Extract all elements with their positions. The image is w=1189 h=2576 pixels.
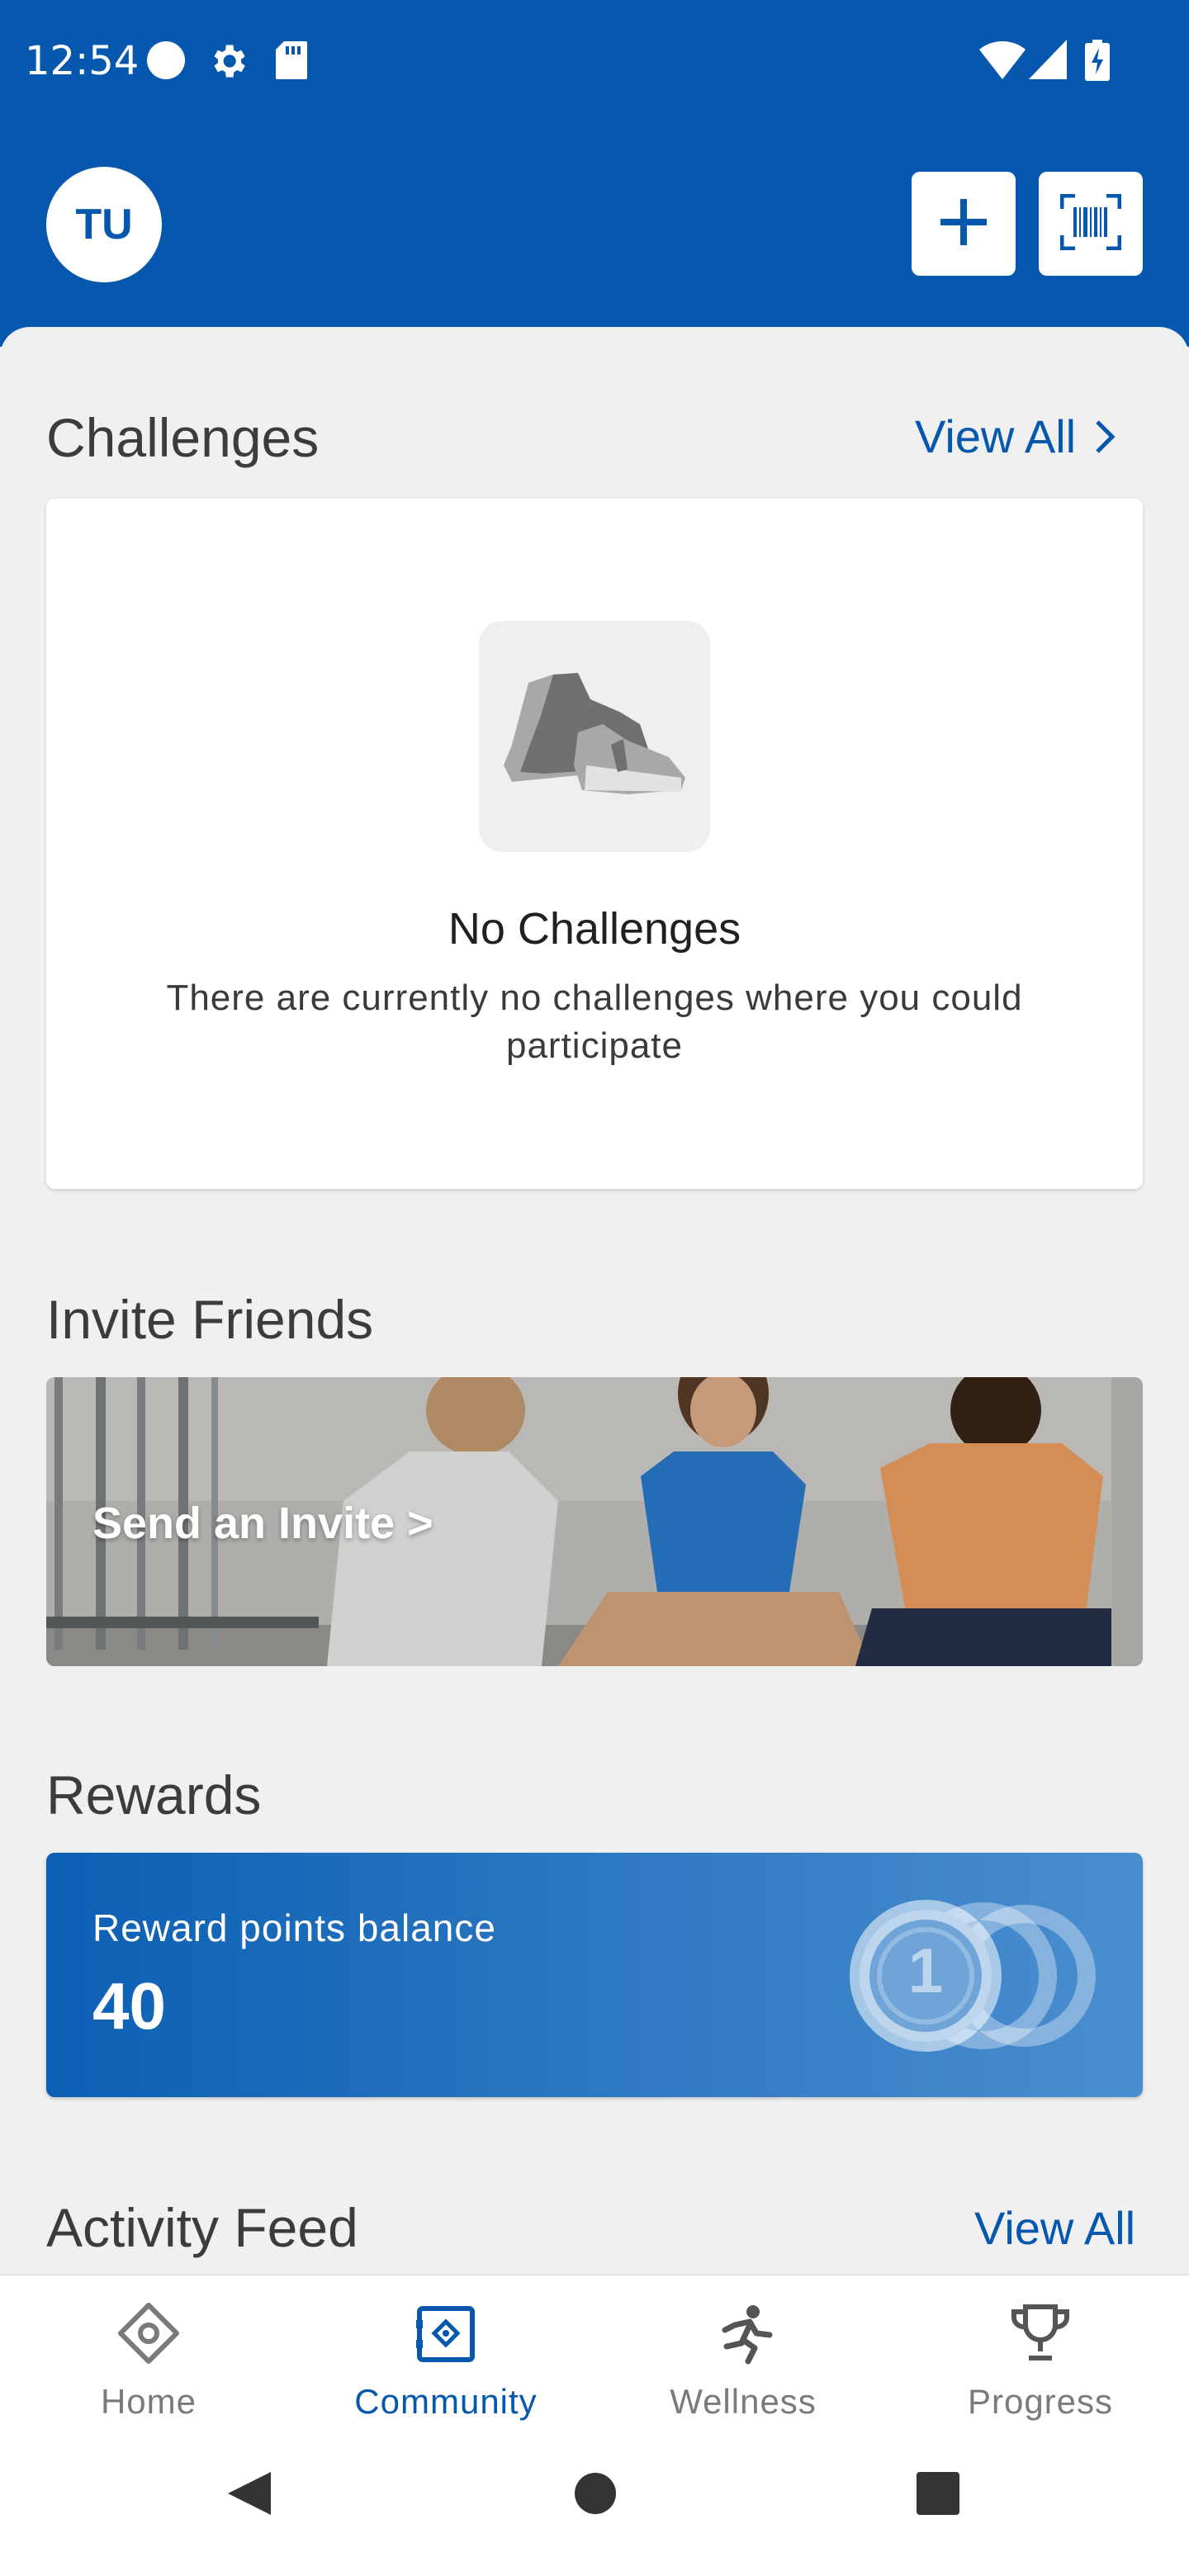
- system-back-button[interactable]: [225, 2469, 274, 2522]
- activity-view-all-link[interactable]: View All: [974, 2201, 1135, 2255]
- invite-friends-title: Invite Friends: [46, 1289, 374, 1350]
- challenges-title: Challenges: [46, 407, 320, 468]
- home-circle-icon: [573, 2473, 618, 2522]
- nav-home-label: Home: [100, 2382, 197, 2421]
- sneakers-icon: [479, 621, 710, 852]
- invite-banner[interactable]: Send an Invite >: [46, 1377, 1143, 1666]
- scan-barcode-button[interactable]: [1039, 172, 1143, 276]
- nav-wellness-label: Wellness: [670, 2382, 817, 2421]
- avatar-initials: TU: [75, 201, 133, 249]
- nav-home[interactable]: Home: [0, 2300, 297, 2449]
- challenges-empty-card: No Challenges There are currently no cha…: [46, 499, 1143, 1189]
- sd-card-icon: [274, 40, 309, 85]
- avatar[interactable]: TU: [46, 167, 162, 282]
- nav-community-label: Community: [354, 2382, 538, 2421]
- activity-feed-title: Activity Feed: [46, 2197, 358, 2258]
- nav-progress-label: Progress: [967, 2382, 1114, 2421]
- home-diamond-icon: [116, 2300, 182, 2370]
- empty-state-message: There are currently no challenges where …: [166, 978, 1023, 1066]
- status-bar: 12:54: [0, 0, 1189, 124]
- app-header: 12:54 TU: [0, 0, 1189, 347]
- nav-wellness[interactable]: Wellness: [594, 2300, 892, 2449]
- battery-charging-icon: [1085, 40, 1110, 85]
- rewards-title: Rewards: [46, 1764, 262, 1825]
- settings-icon: [206, 40, 249, 87]
- challenges-view-all-link[interactable]: View All: [915, 410, 1116, 463]
- back-triangle-icon: [225, 2472, 274, 2522]
- add-button[interactable]: [912, 172, 1016, 276]
- circle-icon: [145, 40, 187, 85]
- view-all-label: View All: [915, 410, 1077, 462]
- nav-community[interactable]: Community: [297, 2300, 594, 2449]
- bottom-navigation: Home Community Wellness Progress: [0, 2274, 1189, 2576]
- signal-icon: [1029, 40, 1067, 85]
- status-time: 12:54: [25, 38, 140, 84]
- trophy-icon: [1007, 2300, 1073, 2370]
- barcode-scan-icon: [1059, 193, 1122, 254]
- coin-label: 1: [907, 1936, 944, 2006]
- wifi-icon: [979, 40, 1026, 85]
- system-recents-button[interactable]: [915, 2469, 961, 2522]
- running-icon: [710, 2300, 776, 2370]
- send-invite-link[interactable]: Send an Invite >: [92, 1498, 433, 1549]
- recents-square-icon: [915, 2472, 961, 2522]
- plus-icon: [937, 196, 990, 253]
- reward-points-value: 40: [92, 1969, 166, 2043]
- nav-progress[interactable]: Progress: [892, 2300, 1189, 2449]
- coins-icon: [850, 1900, 1096, 2052]
- rewards-card[interactable]: Reward points balance 40 1: [46, 1853, 1143, 2097]
- empty-state-title: No Challenges: [448, 904, 741, 954]
- community-icon: [413, 2300, 479, 2370]
- chevron-right-icon: [1094, 419, 1116, 455]
- system-home-button[interactable]: [573, 2469, 618, 2522]
- reward-points-label: Reward points balance: [92, 1906, 496, 1949]
